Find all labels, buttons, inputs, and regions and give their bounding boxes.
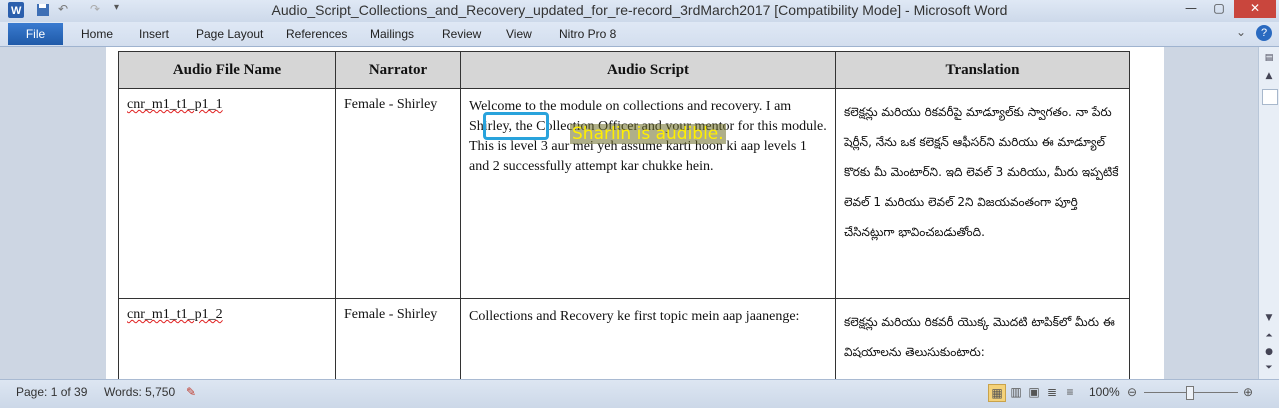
table-row: cnr_m1_t1_p1_2 Female - Shirley Collecti…	[118, 298, 1130, 379]
scroll-up-button[interactable]: ▲	[1261, 69, 1277, 83]
zoom-in-button[interactable]: ⊕	[1240, 384, 1256, 400]
cell-audio-file[interactable]: cnr_m1_t1_p1_2	[118, 298, 336, 379]
outline-icon[interactable]: ≣	[1044, 384, 1060, 400]
table-row: cnr_m1_t1_p1_1 Female - Shirley Welcome …	[118, 88, 1130, 299]
header-audio-file-name: Audio File Name	[118, 51, 336, 89]
header-narrator: Narrator	[335, 51, 461, 89]
status-bar: Page: 1 of 39 Words: 5,750 ✎ ▦ ▥ ▣ ≣ ≡ 1…	[0, 379, 1279, 408]
full-screen-reading-icon[interactable]: ▥	[1008, 384, 1024, 400]
review-annotation: Sharlin is audible.	[570, 124, 726, 144]
close-button[interactable]: ✕	[1234, 0, 1276, 18]
help-icon[interactable]: ?	[1256, 25, 1272, 41]
script-table: Audio File Name Narrator Audio Script Tr…	[118, 51, 1130, 379]
document-area: Audio File Name Narrator Audio Script Tr…	[0, 47, 1258, 379]
header-audio-script: Audio Script	[460, 51, 836, 89]
next-page-icon[interactable]: ⏷	[1261, 361, 1277, 375]
tab-view[interactable]: View	[506, 27, 532, 41]
scroll-down-button[interactable]: ▼	[1261, 311, 1277, 325]
cell-translation[interactable]: కలెక్షన్లు మరియు రికవరీపై మాడ్యూల్‌కు స్…	[835, 88, 1130, 299]
tab-home[interactable]: Home	[81, 27, 113, 41]
tab-review[interactable]: Review	[442, 27, 481, 41]
maximize-button[interactable]: ▢	[1206, 0, 1232, 18]
cell-audio-file[interactable]: cnr_m1_t1_p1_1	[118, 88, 336, 299]
zoom-out-button[interactable]: ⊖	[1124, 384, 1140, 400]
tab-page-layout[interactable]: Page Layout	[196, 27, 263, 41]
tab-mailings[interactable]: Mailings	[370, 27, 414, 41]
table-header-row: Audio File Name Narrator Audio Script Tr…	[118, 51, 1130, 89]
title-bar: W ↶ ↷ ▾ Audio_Script_Collections_and_Rec…	[0, 0, 1279, 22]
tab-references[interactable]: References	[286, 27, 347, 41]
tab-insert[interactable]: Insert	[139, 27, 169, 41]
review-highlight-box	[483, 112, 549, 140]
page-count[interactable]: Page: 1 of 39	[16, 385, 87, 399]
print-layout-icon[interactable]: ▦	[988, 384, 1006, 402]
ruler-toggle-icon[interactable]: ▤	[1261, 51, 1277, 65]
cell-audio-script[interactable]: Collections and Recovery ke first topic …	[460, 298, 836, 379]
audio-file-name: cnr_m1_t1_p1_2	[127, 307, 223, 322]
web-layout-icon[interactable]: ▣	[1026, 384, 1042, 400]
file-tab[interactable]: File	[8, 23, 63, 45]
ribbon-tabs: File Home Insert Page Layout References …	[0, 22, 1279, 47]
draft-icon[interactable]: ≡	[1062, 384, 1078, 400]
previous-page-icon[interactable]: ⏶	[1261, 329, 1277, 343]
document-page[interactable]: Audio File Name Narrator Audio Script Tr…	[106, 47, 1164, 379]
tab-nitro-pro[interactable]: Nitro Pro 8	[559, 27, 616, 41]
word-count[interactable]: Words: 5,750	[104, 385, 175, 399]
browse-object-icon[interactable]: ●	[1261, 345, 1277, 359]
scroll-thumb[interactable]	[1262, 89, 1278, 105]
cell-narrator[interactable]: Female - Shirley	[335, 88, 461, 299]
header-translation: Translation	[835, 51, 1130, 89]
zoom-level[interactable]: 100%	[1089, 385, 1120, 399]
ribbon-collapse-icon[interactable]: ⌄	[1236, 25, 1246, 39]
minimize-button[interactable]: —	[1178, 0, 1204, 18]
vertical-scrollbar[interactable]: ▤ ▲ ▼ ⏶ ● ⏷	[1258, 47, 1279, 379]
zoom-slider-thumb[interactable]	[1186, 386, 1194, 400]
audio-file-name: cnr_m1_t1_p1_1	[127, 97, 223, 112]
proofing-icon[interactable]: ✎	[186, 385, 196, 399]
window-title: Audio_Script_Collections_and_Recovery_up…	[271, 2, 1008, 18]
cell-narrator[interactable]: Female - Shirley	[335, 298, 461, 379]
cell-translation[interactable]: కలెక్షన్లు మరియు రికవరీ యొక్క మొదటి టాపి…	[835, 298, 1130, 379]
